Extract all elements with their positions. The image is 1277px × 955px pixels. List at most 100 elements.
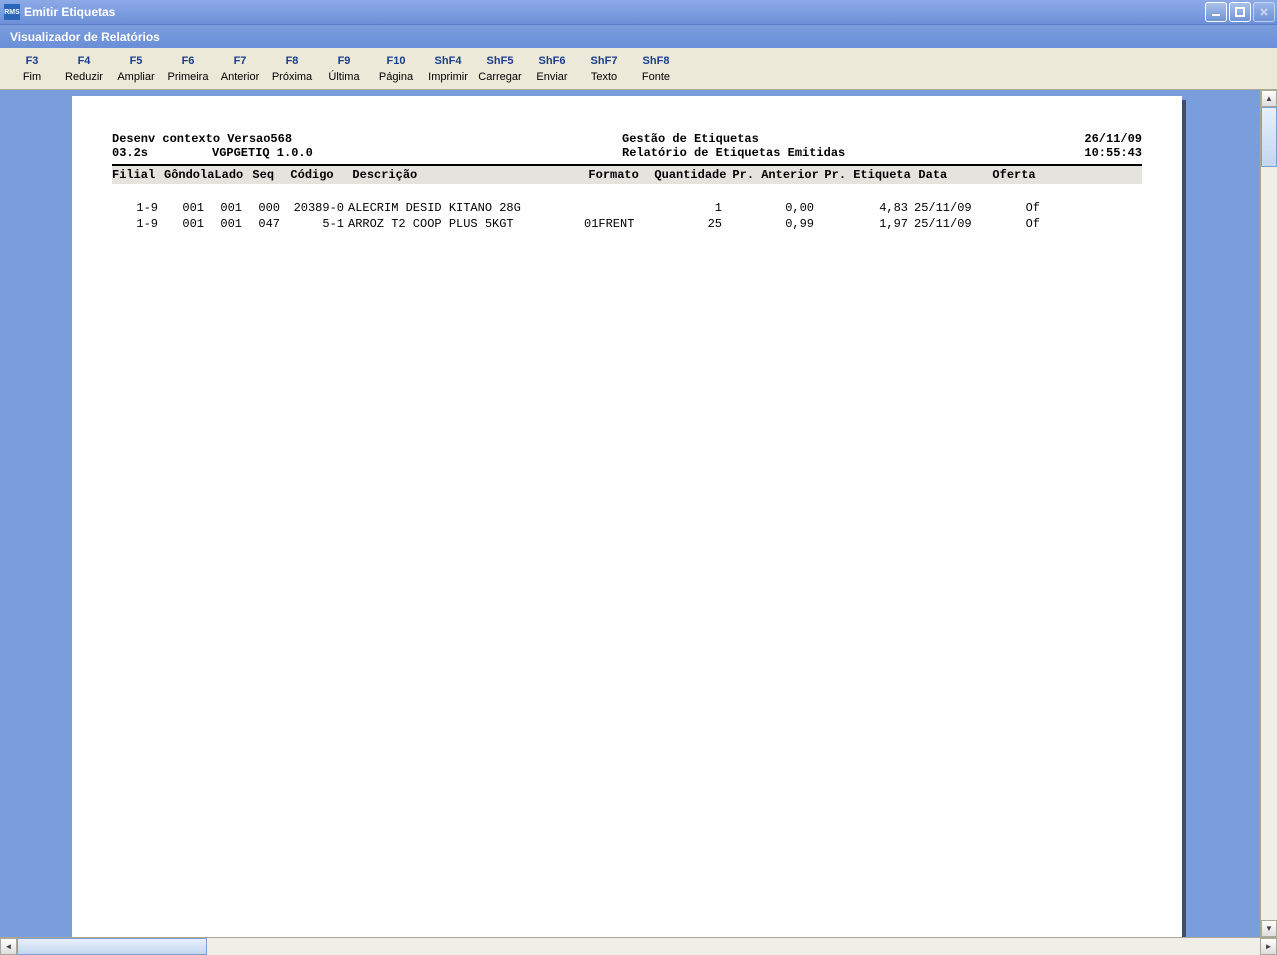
toolbar-anterior[interactable]: F7 Anterior [214, 53, 266, 85]
toolbar-label: Ampliar [114, 71, 158, 83]
toolbar-imprimir[interactable]: ShF4 Imprimir [422, 53, 474, 85]
toolbar-label: Primeira [166, 71, 210, 83]
cell-qtd: 1 [650, 201, 728, 215]
cell-pretq: 1,97 [820, 217, 914, 231]
scroll-up-button[interactable]: ▲ [1261, 90, 1277, 107]
col-seq: Seq [252, 168, 290, 182]
vscroll-track[interactable] [1261, 107, 1277, 920]
close-button[interactable] [1253, 2, 1275, 22]
report-viewport: Desenv contexto Versao568 Gestão de Etiq… [0, 90, 1277, 937]
hscroll-thumb[interactable] [17, 938, 207, 955]
cell-oferta: Of [988, 201, 1040, 215]
toolbar-label: Imprimir [426, 71, 470, 83]
window-title: Emitir Etiquetas [24, 5, 115, 19]
report-date: 26/11/09 [1022, 132, 1142, 146]
vscroll-thumb[interactable] [1261, 107, 1277, 167]
toolbar-key: ShF6 [530, 55, 574, 67]
cell-data: 25/11/09 [914, 201, 988, 215]
toolbar-label: Fonte [634, 71, 678, 83]
toolbar-key: F8 [270, 55, 314, 67]
toolbar-label: Carregar [478, 71, 522, 83]
cell-filial: 1-9 [112, 217, 164, 231]
cell-prant: 0,00 [728, 201, 820, 215]
toolbar-key: F6 [166, 55, 210, 67]
cell-desc: ARROZ T2 COOP PLUS 5KGT [348, 217, 584, 231]
cell-lado: 001 [210, 201, 248, 215]
col-pr-anterior: Pr. Anterior [732, 168, 824, 182]
maximize-button[interactable] [1229, 2, 1251, 22]
toolbar-key: F10 [374, 55, 418, 67]
toolbar-texto[interactable]: ShF7Texto [578, 53, 630, 85]
toolbar-carregar[interactable]: ShF5 Carregar [474, 53, 526, 85]
report-subtitle: Relatório de Etiquetas Emitidas [372, 146, 1022, 160]
cell-seq: 000 [248, 201, 286, 215]
subtitle-bar: Visualizador de Relatórios [0, 24, 1277, 48]
toolbar-ampliar[interactable]: F5 Ampliar [110, 53, 162, 85]
col-filial: Filial [112, 168, 164, 182]
toolbar-label: Última [322, 71, 366, 83]
cell-oferta: Of [988, 217, 1040, 231]
program-id: VGPGETIQ 1.0.0 [212, 146, 372, 160]
toolbar-key: F5 [114, 55, 158, 67]
toolbar-key: ShF8 [634, 55, 678, 67]
column-header-row: Filial Gôndola Lado Seq Código Descrição… [112, 166, 1142, 184]
table-row: 1-900100100020389-0ALECRIM DESID KITANO … [112, 200, 1142, 216]
toolbar-fonte[interactable]: ShF8 Fonte [630, 53, 682, 85]
scroll-right-button[interactable]: ► [1260, 938, 1277, 955]
toolbar-proxima[interactable]: F8 Próxima [266, 53, 318, 85]
scroll-down-button[interactable]: ▼ [1261, 920, 1277, 937]
col-quantidade: Quantidade [654, 168, 732, 182]
toolbar-reduzir[interactable]: F4 Reduzir [58, 53, 110, 85]
toolbar-key: ShF7 [582, 55, 626, 67]
toolbar-label: Anterior [218, 71, 262, 83]
toolbar-label: Fim [10, 71, 54, 83]
toolbar-key: F3 [10, 55, 54, 67]
toolbar-key: F7 [218, 55, 262, 67]
window-controls [1205, 2, 1275, 22]
toolbar-label: Reduzir [62, 71, 106, 83]
toolbar-key: ShF5 [478, 55, 522, 67]
horizontal-scrollbar[interactable]: ◄ ► [0, 937, 1277, 955]
toolbar-pagina[interactable]: F10 Página [370, 53, 422, 85]
cell-formato: 01FRENT [584, 217, 650, 231]
toolbar-label: Próxima [270, 71, 314, 83]
col-descricao: Descrição [352, 168, 588, 182]
scroll-left-button[interactable]: ◄ [0, 938, 17, 955]
col-gondola: Gôndola [164, 168, 214, 182]
hscroll-track[interactable] [17, 938, 1260, 955]
cell-lado: 001 [210, 217, 248, 231]
toolbar: F3 Fim F4 Reduzir F5 Ampliar F6 Primeira F7 Anter… [0, 48, 1277, 90]
toolbar-key: ShF4 [426, 55, 470, 67]
cell-codigo: 5-1 [286, 217, 348, 231]
toolbar-enviar[interactable]: ShF6 Enviar [526, 53, 578, 85]
toolbar-fim[interactable]: F3 Fim [6, 53, 58, 85]
cell-gondola: 001 [164, 201, 210, 215]
titlebar: RMS Emitir Etiquetas [0, 0, 1277, 24]
col-formato: Formato [588, 168, 654, 182]
cell-filial: 1-9 [112, 201, 164, 215]
toolbar-key: F4 [62, 55, 106, 67]
vertical-scrollbar[interactable]: ▲ ▼ [1260, 90, 1277, 937]
cell-pretq: 4,83 [820, 201, 914, 215]
toolbar-ultima[interactable]: F9 Última [318, 53, 370, 85]
col-pr-etiqueta: Pr. Etiqueta [824, 168, 918, 182]
minimize-button[interactable] [1205, 2, 1227, 22]
toolbar-label: Página [374, 71, 418, 83]
col-lado: Lado [214, 168, 252, 182]
col-data: Data [918, 168, 992, 182]
report-header-line1: Desenv contexto Versao568 Gestão de Etiq… [112, 132, 1142, 146]
toolbar-label: Enviar [530, 71, 574, 83]
cell-codigo: 20389-0 [286, 201, 348, 215]
col-codigo: Código [290, 168, 352, 182]
toolbar-key: F9 [322, 55, 366, 67]
col-oferta: Oferta [992, 168, 1044, 182]
cell-qtd: 25 [650, 217, 728, 231]
subtitle-text: Visualizador de Relatórios [10, 30, 160, 44]
cell-gondola: 001 [164, 217, 210, 231]
toolbar-primeira[interactable]: F6 Primeira [162, 53, 214, 85]
report-header-line2: 03.2s VGPGETIQ 1.0.0 Relatório de Etique… [112, 146, 1142, 160]
cell-formato [584, 201, 650, 215]
cell-prant: 0,99 [728, 217, 820, 231]
table-row: 1-90010010475-1ARROZ T2 COOP PLUS 5KGT01… [112, 216, 1142, 232]
cell-data: 25/11/09 [914, 217, 988, 231]
